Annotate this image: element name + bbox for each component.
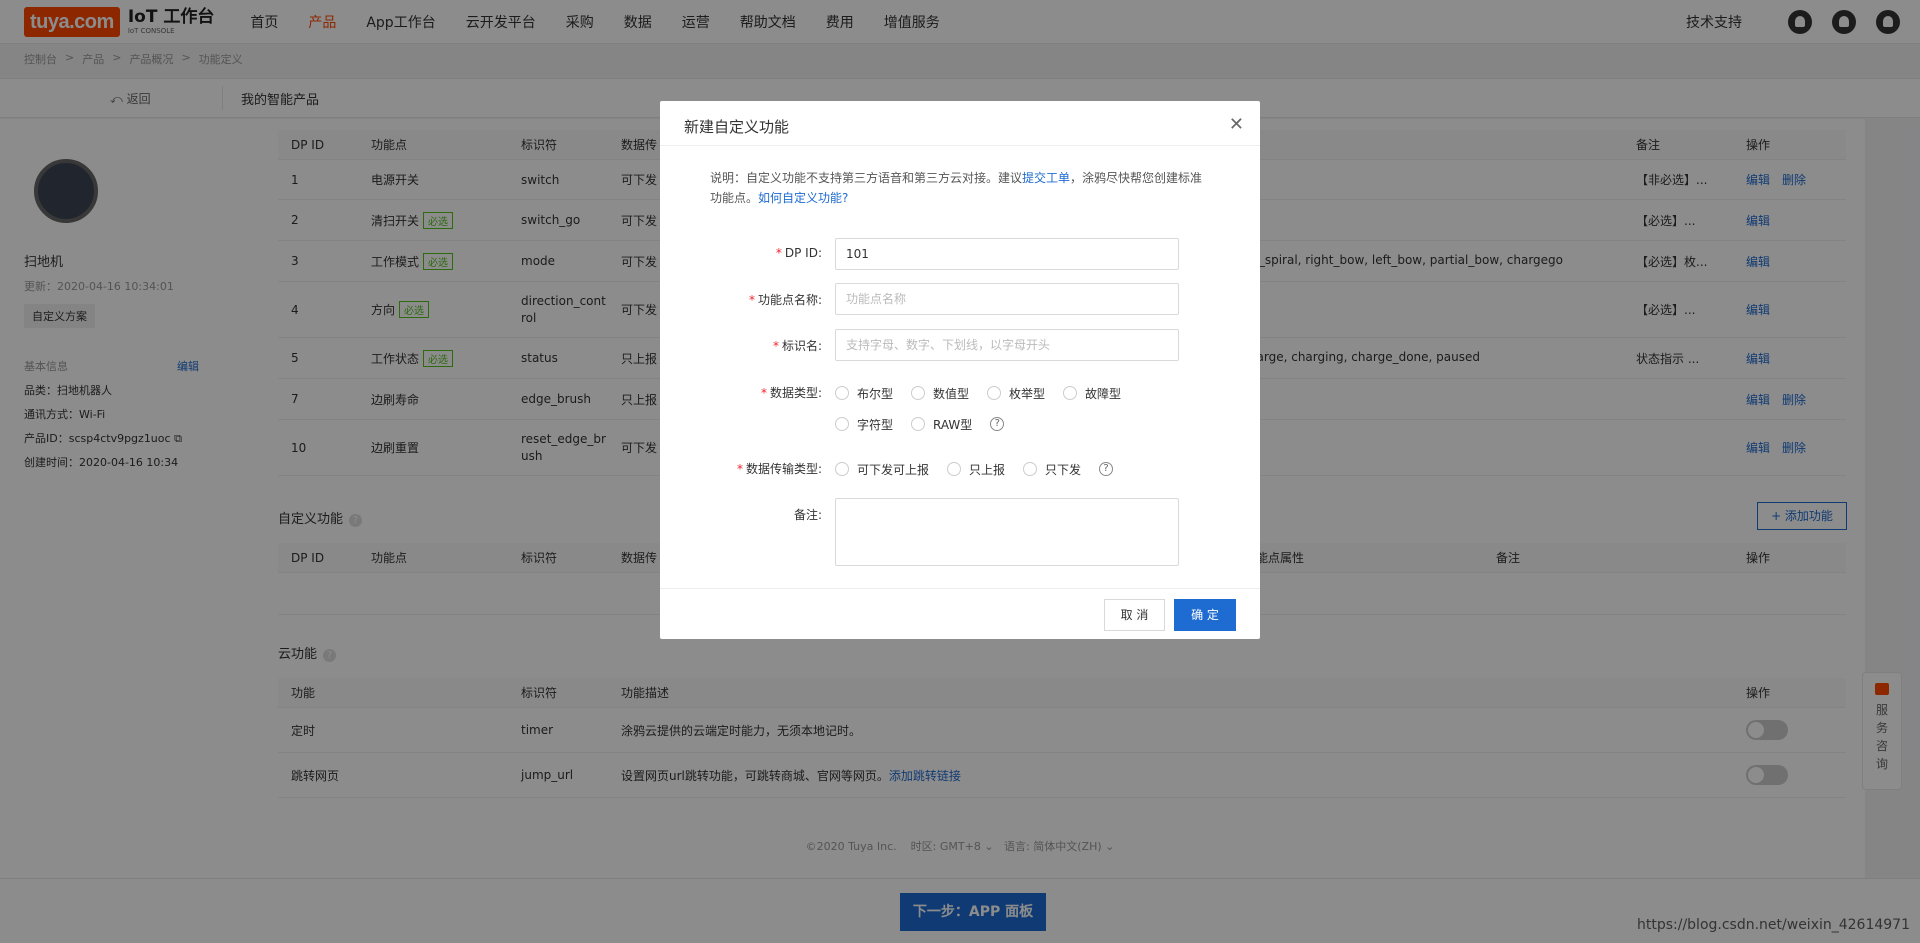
function-name-input[interactable]: 功能点名称	[835, 283, 1179, 315]
transfer-type-row: * 数据传输类型: 可下发可上报 只上报 只下发 ?	[660, 459, 1260, 479]
radio-string[interactable]: 字符型	[835, 414, 893, 434]
close-icon[interactable]: ✕	[1229, 116, 1244, 134]
note-label: 备注:	[793, 508, 822, 522]
note-textarea[interactable]	[835, 498, 1179, 566]
transfer-type-label: * 数据传输类型:	[736, 462, 822, 476]
new-custom-function-dialog: 新建自定义功能 ✕ 说明：自定义功能不支持第三方语音和第三方云对接。建议提交工单…	[660, 101, 1260, 639]
radio-report-only[interactable]: 只上报	[947, 459, 1005, 479]
name-row: * 功能点名称: 功能点名称	[660, 283, 1260, 315]
data-type-help-icon[interactable]: ?	[990, 414, 1005, 434]
radio-send-only[interactable]: 只下发	[1023, 459, 1081, 479]
radio-fault[interactable]: 故障型	[1063, 383, 1121, 403]
code-row: * 标识名: 支持字母、数字、下划线，以字母开头	[660, 329, 1260, 361]
name-label: * 功能点名称:	[748, 293, 822, 307]
how-to-custom-link[interactable]: 如何自定义功能?	[758, 191, 848, 205]
transfer-type-radios: 可下发可上报 只上报 只下发 ?	[835, 459, 1179, 479]
cancel-button[interactable]: 取 消	[1104, 599, 1165, 631]
dialog-title: 新建自定义功能	[684, 118, 790, 136]
code-label: * 标识名:	[772, 339, 822, 353]
data-type-row: * 数据类型: 布尔型 数值型 枚举型 故障型 字符型 RAW型 ?	[660, 383, 1260, 435]
watermark: https://blog.csdn.net/weixin_42614971	[1636, 917, 1910, 933]
transfer-type-help-icon[interactable]: ?	[1099, 459, 1114, 479]
radio-value[interactable]: 数值型	[911, 383, 969, 403]
data-type-label: * 数据类型:	[760, 386, 822, 400]
dialog-header: 新建自定义功能 ✕	[660, 101, 1260, 146]
radio-bool[interactable]: 布尔型	[835, 383, 893, 403]
data-type-radios: 布尔型 数值型 枚举型 故障型 字符型 RAW型 ?	[835, 383, 1179, 434]
confirm-button[interactable]: 确 定	[1174, 599, 1236, 631]
dpid-row: * DP ID: 101	[660, 238, 1260, 270]
dpid-input[interactable]: 101	[835, 238, 1179, 270]
identifier-input[interactable]: 支持字母、数字、下划线，以字母开头	[835, 329, 1179, 361]
dialog-footer: 取 消 确 定	[660, 588, 1260, 639]
radio-raw[interactable]: RAW型	[911, 414, 972, 434]
radio-send-report[interactable]: 可下发可上报	[835, 459, 929, 479]
submit-ticket-link[interactable]: 提交工单	[1022, 171, 1070, 185]
dialog-notice: 说明：自定义功能不支持第三方语音和第三方云对接。建议提交工单，涂鸦尽快帮您创建标…	[710, 171, 1203, 205]
radio-enum[interactable]: 枚举型	[987, 383, 1045, 403]
dpid-label: * DP ID:	[775, 246, 822, 260]
